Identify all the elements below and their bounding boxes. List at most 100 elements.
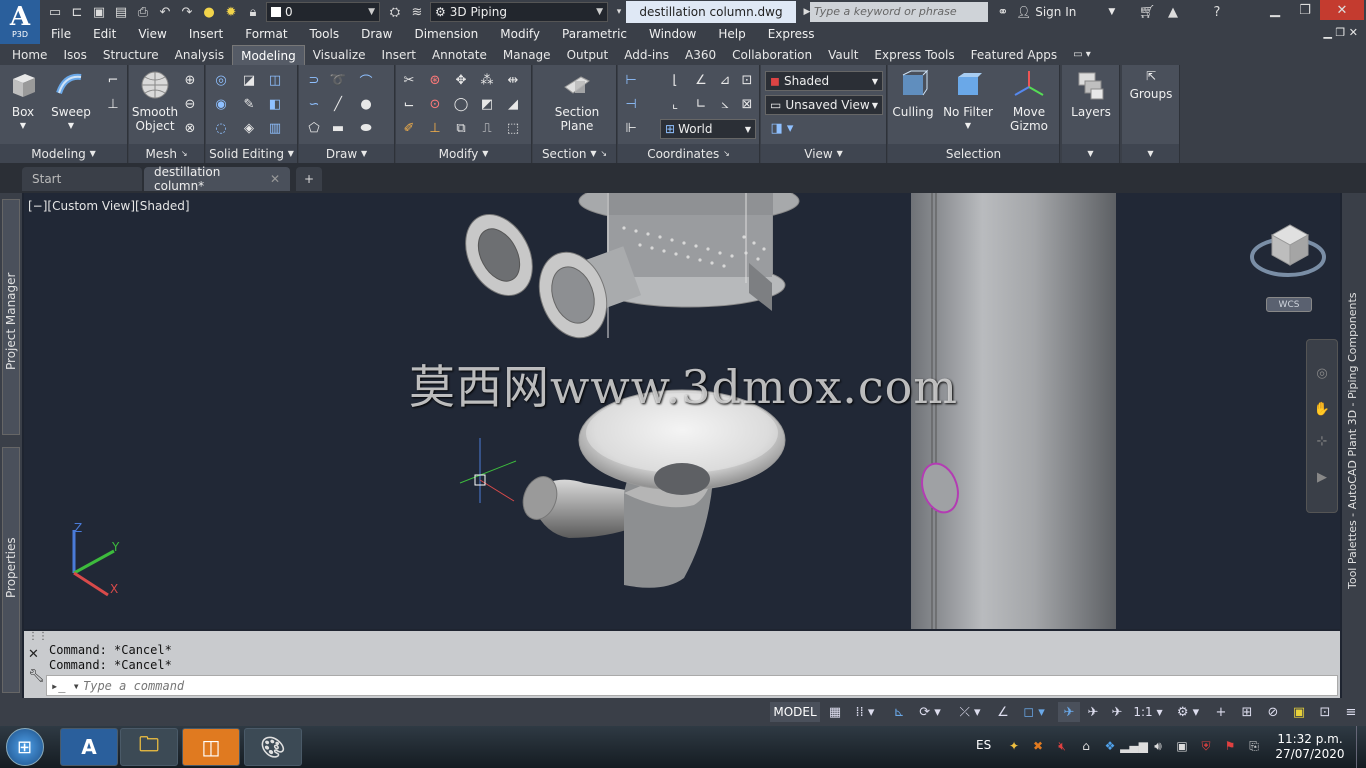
polyline-icon[interactable]: ⊃: [305, 71, 323, 89]
circle-icon[interactable]: ●: [357, 95, 375, 113]
funnel-elbow[interactable]: [517, 389, 786, 588]
tab-home[interactable]: Home: [4, 45, 55, 65]
help-icon[interactable]: ?: [1206, 2, 1228, 22]
close-icon[interactable]: ✕: [28, 647, 39, 662]
model-space-button[interactable]: MODEL: [770, 702, 820, 722]
zoom-icon[interactable]: ⊹: [1313, 432, 1331, 450]
tray-signal-icon[interactable]: ▂▄▆: [1120, 738, 1148, 754]
wcs-menu-button[interactable]: WCS: [1266, 297, 1312, 312]
mesh-refine-icon[interactable]: ⊖: [181, 95, 199, 113]
showmotion-icon[interactable]: ▶: [1313, 468, 1331, 486]
menu-file[interactable]: File: [40, 27, 82, 41]
box-button[interactable]: Box ▼: [4, 69, 42, 133]
chamfer-icon[interactable]: ◢: [504, 95, 522, 113]
panel-groups-title[interactable]: ▼: [1122, 144, 1179, 163]
clock[interactable]: 11:32 p.m. 27/07/2020: [1270, 732, 1350, 762]
menu-tools[interactable]: Tools: [299, 27, 351, 41]
lock-icon[interactable]: 🔒︎: [242, 2, 264, 22]
tab-add-ins[interactable]: Add-ins: [616, 45, 677, 65]
sign-in-button[interactable]: 👤︎ Sign In ▼: [1016, 2, 1115, 22]
intersect-icon[interactable]: ◌: [212, 119, 230, 137]
close-button[interactable]: ✕: [1320, 0, 1364, 20]
panel-modeling-title[interactable]: Modeling ▼: [0, 144, 127, 163]
layers-button[interactable]: Layers: [1068, 69, 1114, 119]
nozzle-flange[interactable]: [528, 243, 642, 348]
ucs-object-icon[interactable]: ⦣: [716, 95, 734, 113]
annotation-visibility-icon[interactable]: ✈: [1058, 702, 1080, 722]
ucs-y-icon[interactable]: ∟: [692, 95, 710, 113]
ucs-icon[interactable]: ⊢: [622, 71, 640, 89]
polar-icon[interactable]: ⟳ ▾: [912, 702, 948, 722]
tab-document[interactable]: destillation column* ✕: [144, 165, 290, 193]
menu-express[interactable]: Express: [757, 27, 826, 41]
interfere-icon[interactable]: ◈: [240, 119, 258, 137]
ucs-named-icon[interactable]: ⊣: [622, 95, 640, 113]
named-view-dropdown[interactable]: ▭ Unsaved View ▼: [765, 95, 883, 115]
undo-icon[interactable]: ↶: [154, 2, 176, 22]
viewport-config-icon[interactable]: ◨ ▾: [767, 119, 797, 137]
tab-analysis[interactable]: Analysis: [167, 45, 232, 65]
presspull-icon[interactable]: ⊥: [104, 95, 122, 113]
tray-dropbox-icon[interactable]: ❖: [1102, 738, 1118, 754]
menu-edit[interactable]: Edit: [82, 27, 127, 41]
workspace-switch-icon[interactable]: ⚙ ▾: [1170, 702, 1206, 722]
sun-icon[interactable]: ✹: [220, 2, 242, 22]
array-icon[interactable]: ⁂: [478, 71, 496, 89]
no-filter-button[interactable]: No Filter ▼: [940, 69, 996, 133]
line-icon[interactable]: ╱: [329, 95, 347, 113]
tab-start[interactable]: Start: [22, 167, 142, 191]
panel-modify-title[interactable]: Modify ▼: [396, 144, 531, 163]
mesh-sphere-icon[interactable]: ⊕: [181, 71, 199, 89]
menu-help[interactable]: Help: [707, 27, 756, 41]
new-file-icon[interactable]: ▭: [44, 2, 66, 22]
lightbulb-icon[interactable]: ●: [198, 2, 220, 22]
extract-edges-icon[interactable]: ◫: [266, 71, 284, 89]
language-indicator[interactable]: ES: [976, 738, 991, 752]
extrude-icon[interactable]: ⌐: [104, 71, 122, 89]
tab-annotate[interactable]: Annotate: [424, 45, 495, 65]
move-gizmo-button[interactable]: Move Gizmo: [1002, 69, 1056, 133]
project-manager-palette[interactable]: Project Manager: [2, 199, 20, 435]
trim-icon[interactable]: ✂: [400, 71, 418, 89]
panel-draw-title[interactable]: Draw ▼: [299, 144, 394, 163]
slice-icon[interactable]: ◪: [240, 71, 258, 89]
properties-palette[interactable]: Properties: [2, 447, 20, 693]
tool-palettes-tab[interactable]: Tool Palettes - AutoCAD Plant 3D - Pipin…: [1345, 292, 1363, 593]
arc-icon[interactable]: ⌒: [357, 71, 375, 90]
tab-isos[interactable]: Isos: [55, 45, 94, 65]
separate-icon[interactable]: ▥: [266, 119, 284, 137]
taskbar-paint[interactable]: 🎨︎: [244, 728, 302, 766]
menu-draw[interactable]: Draw: [350, 27, 403, 41]
menu-format[interactable]: Format: [234, 27, 298, 41]
panel-coordinates-title[interactable]: Coordinates ↘: [618, 144, 759, 163]
smooth-object-button[interactable]: Smooth Object: [132, 69, 178, 133]
panel-view-title[interactable]: View ▼: [761, 144, 886, 163]
cart-icon[interactable]: 🛒︎: [1136, 2, 1158, 22]
print-icon[interactable]: ⎙: [132, 2, 154, 22]
thicken-icon[interactable]: ✎: [240, 95, 258, 113]
drawing-viewport[interactable]: [−][Custom View][Shaded] Z Y X 莫西网www.3d…: [24, 193, 1340, 629]
tab-visualize[interactable]: Visualize: [305, 45, 374, 65]
plus-icon[interactable]: +: [1210, 702, 1232, 722]
clean-screen-icon[interactable]: ⊡: [1314, 702, 1336, 722]
menu-insert[interactable]: Insert: [178, 27, 234, 41]
wrench-icon[interactable]: 🔧︎: [28, 669, 45, 684]
tab-insert[interactable]: Insert: [374, 45, 424, 65]
tray-display-icon[interactable]: ▣: [1174, 738, 1190, 754]
workspace-dropdown[interactable]: ⚙ 3D Piping ▼: [430, 2, 608, 22]
section-plane-button[interactable]: Section Plane: [553, 69, 601, 133]
tray-clipboard-icon[interactable]: ⎘: [1246, 738, 1262, 754]
grid-icon[interactable]: ▦: [824, 702, 846, 722]
tab-featured-apps[interactable]: Featured Apps: [963, 45, 1065, 65]
panel-layers-title[interactable]: ▼: [1062, 144, 1119, 163]
annotation-scale-icon[interactable]: ✈: [1106, 702, 1128, 722]
move3d-icon[interactable]: ✥: [452, 71, 470, 89]
mesh-crease-icon[interactable]: ⊗: [181, 119, 199, 137]
customize-menu-icon[interactable]: ≡: [1340, 702, 1362, 722]
new-tab-button[interactable]: +: [296, 167, 322, 191]
rotate-icon[interactable]: ◯: [452, 95, 470, 113]
units-icon[interactable]: ⊞: [1236, 702, 1258, 722]
osnap-tracking-icon[interactable]: ⤫ ▾: [952, 702, 988, 722]
tray-shield-icon[interactable]: ⛨: [1198, 738, 1214, 754]
menu-window[interactable]: Window: [638, 27, 707, 41]
